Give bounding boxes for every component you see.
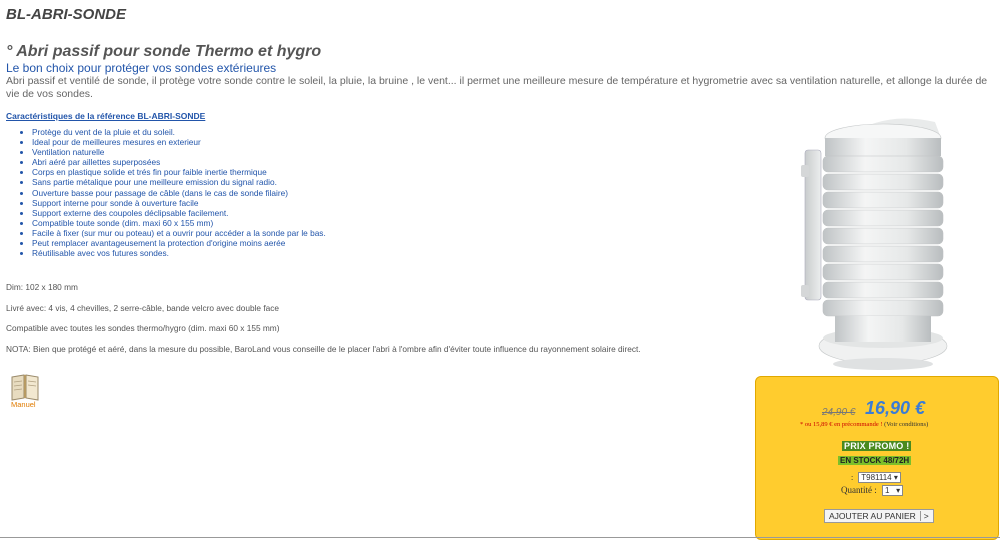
characteristics-link[interactable]: Caractéristiques de la référence BL-ABRI… xyxy=(6,111,205,121)
promo-badge: PRIX PROMO ! xyxy=(842,441,912,451)
compatible-note: Compatible avec toutes les sondes thermo… xyxy=(6,323,280,333)
product-headline: ° Abri passif pour sonde Thermo et hygro xyxy=(6,43,322,60)
product-intro: Abri passif et ventilé de sonde, il prot… xyxy=(6,75,988,100)
quantity-row: Quantité : 1 ▾ xyxy=(841,485,904,496)
bottom-divider xyxy=(0,537,1000,538)
cart-arrow-icon: > xyxy=(919,511,929,521)
delivered-note: Livré avec: 4 vis, 4 chevilles, 2 serre-… xyxy=(6,303,280,313)
preorder-price: * ou 15,89 € en précommande ! (Voir cond… xyxy=(800,421,928,428)
feature-item: Peut remplacer avantageusement la protec… xyxy=(32,238,326,248)
manual-link[interactable]: Manuel xyxy=(9,373,41,411)
manual-label: Manuel xyxy=(11,400,36,409)
quantity-select[interactable]: 1 ▾ xyxy=(882,485,904,496)
new-price: 16,90 € xyxy=(865,398,926,418)
feature-item: Corps en plastique solide et trés fin po… xyxy=(32,167,326,177)
feature-list: Protège du vent de la pluie et du soleil… xyxy=(14,127,326,258)
feature-item: Ideal pour de meilleures mesures en exte… xyxy=(32,137,326,147)
product-subheadline: Le bon choix pour protéger vos sondes ex… xyxy=(6,61,277,75)
dimensions-note: Dim: 102 x 180 mm xyxy=(6,282,78,292)
preorder-price-prefix: * ou 15,89 € xyxy=(800,421,833,428)
add-to-cart-button[interactable]: AJOUTER AU PANIER > xyxy=(824,509,934,523)
conditions-link[interactable]: (Voir conditions) xyxy=(884,421,928,428)
old-price: 24,90 € xyxy=(822,407,856,418)
feature-item: Ventilation naturelle xyxy=(32,147,326,157)
feature-item: Support externe des coupoles déclipsable… xyxy=(32,208,326,218)
feature-item: Ouverture basse pour passage de câble (d… xyxy=(32,188,326,198)
quantity-value: 1 xyxy=(885,486,890,495)
feature-item: Abri aéré par aillettes superposées xyxy=(32,157,326,167)
book-icon xyxy=(11,374,39,401)
product-image xyxy=(801,118,948,370)
feature-item: Facile à fixer (sur mur ou poteau) et a … xyxy=(32,228,326,238)
feature-item: Compatible toute sonde (dim. maxi 60 x 1… xyxy=(32,218,326,228)
preorder-price-suffix: en précommande ! xyxy=(834,421,883,428)
reference-select[interactable]: T981114 ▾ xyxy=(858,472,901,483)
stock-badge: EN STOCK 48/72H xyxy=(838,456,912,465)
feature-item: Protège du vent de la pluie et du soleil… xyxy=(32,127,326,137)
feature-item: Réutilisable avec vos futures sondes. xyxy=(32,248,326,258)
add-to-cart-label: AJOUTER AU PANIER xyxy=(829,511,916,521)
feature-item: Support interne pour sonde à ouverture f… xyxy=(32,198,326,208)
reference-label: : xyxy=(851,473,854,482)
price-box: 24,90 € 16,90 € * ou 15,89 € en précomma… xyxy=(755,376,999,540)
product-code-title: BL-ABRI-SONDE xyxy=(6,6,126,23)
feature-item: Sans partie métalique pour une meilleure… xyxy=(32,177,326,187)
warning-note: NOTA: Bien que protégé et aéré, dans la … xyxy=(6,344,641,354)
reference-row: : T981114 ▾ xyxy=(851,472,901,483)
reference-value: T981114 xyxy=(861,473,892,482)
quantity-label: Quantité : xyxy=(841,485,877,495)
